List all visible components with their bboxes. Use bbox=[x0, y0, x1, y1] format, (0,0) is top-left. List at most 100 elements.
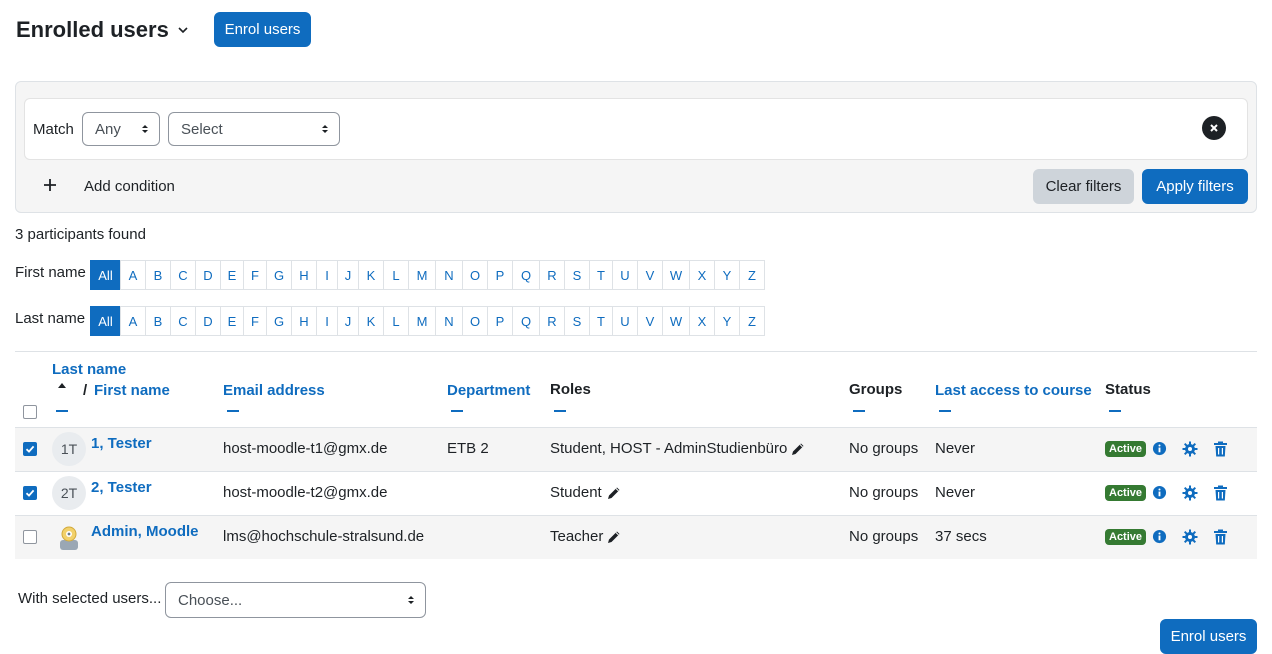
last-name-initial-l[interactable]: L bbox=[383, 306, 409, 336]
first-name-initial-j[interactable]: J bbox=[337, 260, 359, 290]
condition-type-select[interactable]: Select bbox=[168, 112, 340, 146]
sort-last-access[interactable]: Last access to course bbox=[935, 382, 1092, 399]
first-name-initial-c[interactable]: C bbox=[170, 260, 196, 290]
first-name-initial-m[interactable]: M bbox=[408, 260, 436, 290]
last-name-initial-m[interactable]: M bbox=[408, 306, 436, 336]
last-name-initials-label: Last name bbox=[15, 310, 86, 327]
first-name-initial-f[interactable]: F bbox=[243, 260, 267, 290]
last-name-initial-u[interactable]: U bbox=[612, 306, 638, 336]
first-name-initial-q[interactable]: Q bbox=[512, 260, 540, 290]
first-name-initial-h[interactable]: H bbox=[291, 260, 317, 290]
edit-roles-pencil-icon[interactable] bbox=[790, 441, 806, 457]
sort-email[interactable]: Email address bbox=[223, 382, 325, 399]
collapse-roles-column[interactable] bbox=[554, 410, 566, 412]
collapse-name-column[interactable] bbox=[56, 410, 68, 412]
edit-enrolment-gear-icon[interactable] bbox=[1182, 485, 1198, 501]
first-name-initial-l[interactable]: L bbox=[383, 260, 409, 290]
last-name-initial-v[interactable]: V bbox=[637, 306, 663, 336]
edit-roles-pencil-icon[interactable] bbox=[606, 485, 622, 501]
sort-last-name[interactable]: Last name bbox=[52, 361, 126, 378]
first-name-initial-b[interactable]: B bbox=[145, 260, 171, 290]
last-name-initial-s[interactable]: S bbox=[564, 306, 590, 336]
last-name-initial-x[interactable]: X bbox=[689, 306, 715, 336]
first-name-initial-t[interactable]: T bbox=[589, 260, 613, 290]
last-name-initial-d[interactable]: D bbox=[195, 306, 221, 336]
last-name-initial-q[interactable]: Q bbox=[512, 306, 540, 336]
last-name-initial-p[interactable]: P bbox=[487, 306, 513, 336]
apply-filters-button[interactable]: Apply filters bbox=[1142, 169, 1248, 204]
select-all-checkbox[interactable] bbox=[23, 405, 37, 419]
edit-roles-pencil-icon[interactable] bbox=[606, 529, 622, 545]
first-name-initial-d[interactable]: D bbox=[195, 260, 221, 290]
edit-enrolment-gear-icon[interactable] bbox=[1182, 441, 1198, 457]
enrolment-details-info-icon[interactable] bbox=[1152, 485, 1168, 501]
collapse-email-column[interactable] bbox=[227, 410, 239, 412]
collapse-last-access-column[interactable] bbox=[939, 410, 951, 412]
row-select-checkbox[interactable] bbox=[23, 530, 37, 544]
bulk-action-select[interactable]: Choose... bbox=[165, 582, 426, 618]
sort-department[interactable]: Department bbox=[447, 382, 530, 399]
first-name-initial-v[interactable]: V bbox=[637, 260, 663, 290]
last-name-initial-e[interactable]: E bbox=[220, 306, 244, 336]
first-name-initial-k[interactable]: K bbox=[358, 260, 384, 290]
enrolment-details-info-icon[interactable] bbox=[1152, 529, 1168, 545]
collapse-groups-column[interactable] bbox=[853, 410, 865, 412]
last-name-initial-n[interactable]: N bbox=[435, 306, 463, 336]
last-name-initial-k[interactable]: K bbox=[358, 306, 384, 336]
unenrol-trash-icon[interactable] bbox=[1213, 485, 1229, 501]
first-name-initial-o[interactable]: O bbox=[462, 260, 488, 290]
participant-name-link[interactable]: Admin, Moodle bbox=[91, 523, 199, 540]
add-condition-link[interactable]: Add condition bbox=[84, 178, 175, 195]
sort-first-name[interactable]: First name bbox=[94, 382, 170, 399]
enrol-users-bottom-button[interactable]: Enrol users bbox=[1160, 619, 1257, 654]
first-name-initial-all[interactable]: All bbox=[90, 260, 121, 290]
first-name-initial-i[interactable]: I bbox=[316, 260, 338, 290]
first-name-initial-a[interactable]: A bbox=[120, 260, 146, 290]
first-name-initial-z[interactable]: Z bbox=[739, 260, 765, 290]
first-name-initial-r[interactable]: R bbox=[539, 260, 565, 290]
last-name-initial-i[interactable]: I bbox=[316, 306, 338, 336]
match-select[interactable]: Any bbox=[82, 112, 160, 146]
collapse-status-column[interactable] bbox=[1109, 410, 1121, 412]
first-name-initial-e[interactable]: E bbox=[220, 260, 244, 290]
row-select-checkbox[interactable] bbox=[23, 442, 37, 456]
collapse-department-column[interactable] bbox=[451, 410, 463, 412]
last-name-initial-y[interactable]: Y bbox=[714, 306, 740, 336]
row-select-checkbox[interactable] bbox=[23, 486, 37, 500]
participant-name-link[interactable]: 1, Tester bbox=[91, 435, 152, 452]
last-name-initial-r[interactable]: R bbox=[539, 306, 565, 336]
last-name-initial-j[interactable]: J bbox=[337, 306, 359, 336]
last-name-initial-h[interactable]: H bbox=[291, 306, 317, 336]
clear-filters-button[interactable]: Clear filters bbox=[1033, 169, 1134, 204]
last-name-initial-g[interactable]: G bbox=[266, 306, 292, 336]
last-name-initial-b[interactable]: B bbox=[145, 306, 171, 336]
enrolment-details-info-icon[interactable] bbox=[1152, 441, 1168, 457]
page-title[interactable]: Enrolled users bbox=[16, 17, 189, 43]
participant-name-link[interactable]: 2, Tester bbox=[91, 479, 152, 496]
first-name-initial-x[interactable]: X bbox=[689, 260, 715, 290]
first-name-initial-u[interactable]: U bbox=[612, 260, 638, 290]
remove-condition-button[interactable] bbox=[1202, 116, 1226, 140]
last-name-initial-all[interactable]: All bbox=[90, 306, 121, 336]
first-name-initial-p[interactable]: P bbox=[487, 260, 513, 290]
enrol-users-button[interactable]: Enrol users bbox=[214, 12, 311, 47]
last-name-initial-f[interactable]: F bbox=[243, 306, 267, 336]
plus-icon[interactable] bbox=[42, 177, 58, 193]
unenrol-trash-icon[interactable] bbox=[1213, 529, 1229, 545]
first-name-initial-n[interactable]: N bbox=[435, 260, 463, 290]
first-name-initial-y[interactable]: Y bbox=[714, 260, 740, 290]
last-name-initial-w[interactable]: W bbox=[662, 306, 690, 336]
first-name-initials-label: First name bbox=[15, 264, 86, 281]
last-name-initial-t[interactable]: T bbox=[589, 306, 613, 336]
first-name-initial-w[interactable]: W bbox=[662, 260, 690, 290]
email-cell: lms@hochschule-stralsund.de bbox=[223, 528, 425, 545]
last-name-initial-c[interactable]: C bbox=[170, 306, 196, 336]
sort-asc-icon bbox=[58, 383, 66, 388]
edit-enrolment-gear-icon[interactable] bbox=[1182, 529, 1198, 545]
first-name-initial-g[interactable]: G bbox=[266, 260, 292, 290]
first-name-initial-s[interactable]: S bbox=[564, 260, 590, 290]
last-name-initial-o[interactable]: O bbox=[462, 306, 488, 336]
last-name-initial-z[interactable]: Z bbox=[739, 306, 765, 336]
unenrol-trash-icon[interactable] bbox=[1213, 441, 1229, 457]
last-name-initial-a[interactable]: A bbox=[120, 306, 146, 336]
